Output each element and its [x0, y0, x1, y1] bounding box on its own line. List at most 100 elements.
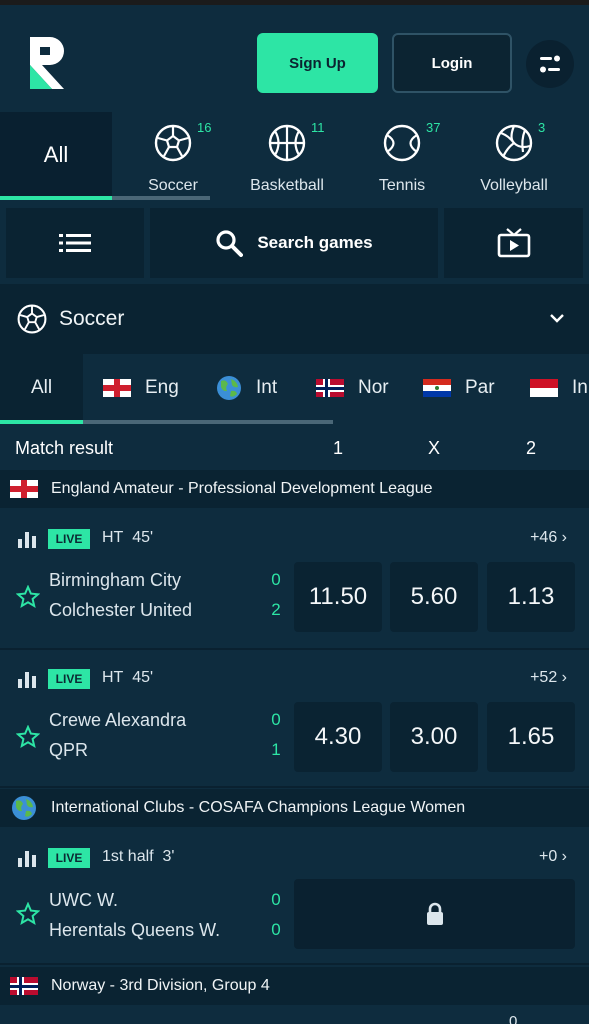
market-col-draw: X — [427, 437, 440, 458]
match-card[interactable]: LIVE HT 45' +46 › Birmingham City Colche… — [0, 518, 589, 650]
region-label: In — [572, 377, 588, 398]
league-header[interactable]: International Clubs - COSAFA Champions L… — [0, 789, 589, 827]
sign-up-button[interactable]: Sign Up — [257, 33, 378, 93]
home-score: 0 — [271, 710, 281, 729]
odd-away-button[interactable]: 1.13 — [487, 562, 575, 632]
sport-selector-label: Soccer — [59, 307, 125, 330]
list-icon — [59, 234, 91, 252]
soccer-ball-icon — [154, 124, 192, 162]
search-games-label: Search games — [257, 233, 373, 252]
live-tv-button[interactable] — [444, 208, 583, 278]
live-badge: LIVE — [48, 669, 90, 689]
sport-label: Volleyball — [480, 177, 548, 194]
england-flag-icon — [103, 379, 131, 397]
globe-icon — [12, 796, 36, 820]
sports-tabs: All 16 Soccer 11 Basketball 37 Tennis 3 … — [0, 112, 589, 202]
region-tabs: All Eng Int Nor Par In — [0, 354, 589, 426]
toggle-icon[interactable] — [526, 40, 574, 88]
match-header: LIVE HT 45' +52 › — [0, 658, 589, 698]
match-header: LIVE 1st half 3' +0 › — [0, 837, 589, 877]
tennis-ball-icon — [383, 124, 421, 162]
sport-tab-tennis[interactable]: 37 Tennis — [346, 112, 458, 198]
region-tab-eng[interactable]: Eng — [103, 354, 179, 422]
away-score: 2 — [271, 600, 281, 619]
sport-tab-soccer[interactable]: 16 Soccer — [117, 112, 229, 198]
search-icon — [216, 230, 244, 257]
sport-count: 11 — [311, 120, 325, 135]
more-markets-link[interactable]: +46 › — [530, 529, 567, 547]
away-score: 1 — [271, 740, 281, 759]
league-header[interactable]: Norway - 3rd Division, Group 4 — [0, 967, 589, 1005]
sport-selector[interactable]: Soccer — [0, 284, 589, 354]
norway-flag-icon — [316, 379, 344, 397]
league-header[interactable]: England Amateur - Professional Developme… — [0, 470, 589, 508]
globe-icon — [217, 376, 241, 400]
search-games-button[interactable]: Search games — [150, 208, 438, 278]
market-col-home: 1 — [332, 437, 343, 458]
region-tab-int[interactable]: Int — [216, 354, 277, 422]
sport-count: 16 — [197, 120, 212, 135]
region-tab-in[interactable]: In — [530, 354, 588, 422]
favorite-star-icon[interactable] — [16, 585, 40, 609]
lock-icon — [426, 902, 443, 925]
region-label: Eng — [145, 377, 179, 398]
home-score: 0 — [271, 890, 281, 909]
sport-tab-basketball[interactable]: 11 Basketball — [231, 112, 343, 198]
chevron-down-icon — [550, 314, 564, 323]
sport-label: Basketball — [250, 177, 324, 194]
more-markets-link[interactable]: +52 › — [530, 669, 567, 687]
favorite-star-icon[interactable] — [16, 725, 40, 749]
favorite-star-icon[interactable] — [16, 902, 40, 926]
top-bar: Sign Up Login — [0, 0, 589, 112]
basketball-icon — [268, 124, 306, 162]
region-tab-nor[interactable]: Nor — [316, 354, 389, 422]
stats-icon[interactable] — [18, 532, 36, 548]
sport-label: Tennis — [378, 177, 426, 194]
match-header: LIVE HT 45' +46 › — [0, 518, 589, 558]
indonesia-flag-icon — [530, 379, 558, 397]
away-team: Herentals Queens W. — [49, 920, 221, 940]
away-score: 0 — [271, 920, 281, 939]
league-name: Norway - 3rd Division, Group 4 — [51, 977, 270, 994]
odd-draw-button[interactable]: 3.00 — [390, 702, 478, 772]
more-markets-link[interactable]: +0 › — [539, 848, 567, 866]
r-logo-icon[interactable] — [28, 35, 68, 91]
sport-tab-volleyball[interactable]: 3 Volleyball — [458, 112, 570, 198]
region-label: Nor — [358, 377, 389, 398]
regions-scrollbar-thumb[interactable] — [0, 420, 83, 424]
stats-icon[interactable] — [18, 672, 36, 688]
stats-icon[interactable] — [18, 851, 36, 867]
sport-count: 37 — [426, 120, 441, 135]
match-period: 1st half 3' — [102, 848, 175, 865]
region-label: Par — [465, 377, 495, 398]
odd-home-button[interactable]: 4.30 — [294, 702, 382, 772]
region-tab-par[interactable]: Par — [423, 354, 495, 422]
league-name: England Amateur - Professional Developme… — [51, 480, 433, 497]
odd-home-button[interactable]: 11.50 — [294, 562, 382, 632]
live-badge: LIVE — [48, 848, 90, 868]
sport-count: 3 — [538, 120, 546, 135]
odd-draw-button[interactable]: 5.60 — [390, 562, 478, 632]
norway-flag-icon — [10, 977, 38, 995]
league-name: International Clubs - COSAFA Champions L… — [51, 799, 466, 816]
odd-away-button[interactable]: 1.65 — [487, 702, 575, 772]
match-period: HT 45' — [102, 669, 154, 686]
match-card[interactable]: LIVE 1st half 3' +0 › UWC W. Herentals Q… — [0, 837, 589, 965]
home-team: Crewe Alexandra — [49, 710, 187, 730]
home-score: 0 — [271, 570, 281, 589]
england-flag-icon — [10, 480, 38, 498]
match-card[interactable]: LIVE HT 45' +52 › Crewe Alexandra QPR 0 … — [0, 658, 589, 788]
paraguay-flag-icon — [423, 379, 451, 397]
sports-scrollbar-thumb[interactable] — [0, 196, 112, 200]
odds-locked — [294, 879, 575, 949]
region-tab-all[interactable]: All — [0, 354, 83, 422]
home-team: Birmingham City — [49, 570, 182, 590]
home-team: UWC W. — [49, 890, 118, 910]
toolbar: Search games — [0, 208, 589, 278]
next-match-card: 0 — [0, 1005, 589, 1024]
away-team: QPR — [49, 740, 89, 760]
login-button[interactable]: Login — [392, 33, 512, 93]
region-label: Int — [256, 377, 278, 398]
sport-tab-all[interactable]: All — [0, 112, 112, 198]
list-view-button[interactable] — [6, 208, 144, 278]
